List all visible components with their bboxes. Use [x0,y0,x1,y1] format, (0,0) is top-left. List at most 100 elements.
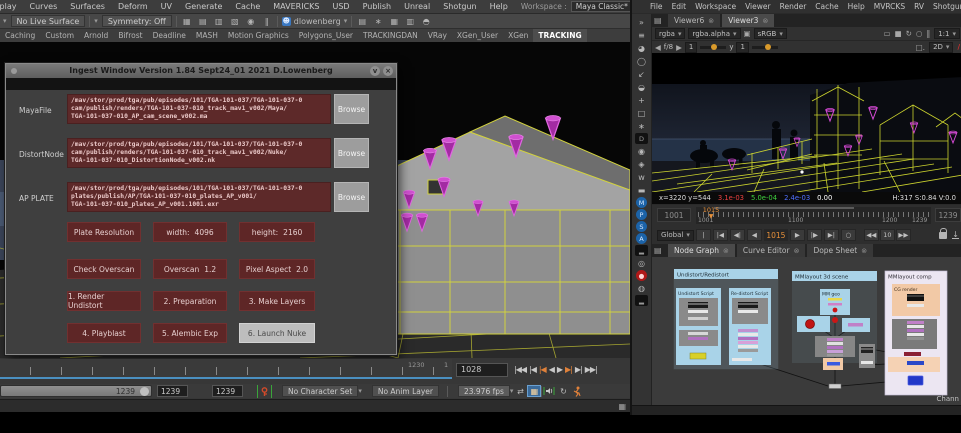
time-slider[interactable]: 1230 1 [0,359,452,379]
next-keyframe-button[interactable]: |▶ [807,229,822,241]
crop-icon[interactable]: □. [916,43,925,52]
backdrop-mm-geo[interactable]: MM geo [820,289,850,315]
play-forwards-button[interactable]: ▶ [790,229,805,241]
frame-marker-button[interactable]: | [696,229,711,241]
playhead-marker[interactable]: 1015 [701,206,721,220]
pan-bar[interactable] [714,207,854,209]
ingest-title-bar[interactable]: Ingest Window Version 1.84 Sept24_01 202… [6,64,396,78]
overscan-field[interactable]: Overscan1.2 [153,259,227,279]
set-key-icon[interactable] [257,385,272,398]
nuke-menu-workspace[interactable]: Workspace [695,2,736,11]
character-set-field[interactable]: No Character Set [282,385,358,397]
make-layers-button[interactable]: 3. Make Layers [239,291,315,311]
snap-grid-icon[interactable]: ▦ [181,16,193,27]
minimize-icon[interactable]: v [370,66,380,76]
plate-plugin-icon[interactable]: ▂ [635,245,648,256]
play-forwards-button[interactable]: ▶ [557,365,562,374]
gamma-field[interactable]: 1 [736,42,748,53]
play-backwards-button[interactable]: ◀ [747,229,762,241]
shelf-tab-caching[interactable]: Caching [0,29,40,42]
disc-plugin-icon[interactable]: ◎ [635,257,648,269]
menu-display[interactable]: Display [0,2,17,11]
grid-layout-icon[interactable]: ▦ [618,402,626,411]
export-icon[interactable]: ↓ [952,231,959,239]
audio-icon[interactable] [542,385,556,397]
tab-viewer6[interactable]: Viewer6⊗ [668,14,720,27]
p-plugin-icon[interactable]: P [636,209,647,220]
anim-layer-field[interactable]: No Anim Layer [372,385,439,397]
monitor-out-icon[interactable]: ▭ [883,29,890,38]
menu-generate[interactable]: Generate [185,2,222,11]
nuke-menu-help[interactable]: Help [848,2,865,11]
node-graph-canvas[interactable]: Undistort/Redistort Undistort Script [652,257,961,405]
shelf-tab-tracking[interactable]: TRACKING [533,29,586,42]
step-back-key-button[interactable]: |◀ [539,365,546,374]
close-icon[interactable]: ⊗ [708,17,714,25]
gain-slider[interactable] [700,46,726,49]
shelf-tab-motion-graphics[interactable]: Motion Graphics [223,29,294,42]
range-slider[interactable]: 1239 [0,385,152,397]
playblast-button[interactable]: 4. Playblast [67,323,141,343]
time-options-icon[interactable]: ↻ [556,385,570,397]
transform-nodes-icon[interactable]: + [635,94,648,106]
fps-field[interactable]: 23.976 fps [458,385,510,397]
step-forward-frame-button[interactable]: ▶| [575,365,582,374]
timeline-scrubber[interactable]: 1001 1100 1200 1239 1015 [696,207,931,224]
mayafile-path-field[interactable]: /mav/stor/prod/tga/pub/episodes/101/TGA-… [67,94,331,124]
time-nodes-icon[interactable]: ◯ [635,55,648,67]
alembic-exp-button[interactable]: 5. Alembic Exp [153,323,227,343]
shelf-tab-polygons-user[interactable]: Polygons_User [294,29,358,42]
backdrop-undistort-script[interactable]: Undistort Script [676,288,721,365]
menu-mavericks[interactable]: MAVERICKS [273,2,319,11]
shelf-tab-bifrost[interactable]: Bifrost [113,29,147,42]
menu-help[interactable]: Help [490,2,508,11]
menu-publish[interactable]: Publish [363,2,392,11]
shelf-tab-trackingdan[interactable]: TRACKINGDAN [358,29,423,42]
nuke-menu-file[interactable]: File [650,2,663,11]
pane-menu-icon[interactable]: ▤ [654,246,666,255]
menu-usd[interactable]: USD [332,2,349,11]
nuke-menu-cache[interactable]: Cache [815,2,838,11]
prev-icon[interactable]: ◀ [655,43,661,52]
close-icon[interactable]: ⊗ [762,17,768,25]
m-plugin-icon[interactable]: M [636,197,647,208]
views-nodes-icon[interactable]: ◉ [635,145,648,157]
window-menu-icon[interactable] [11,68,17,74]
loop-mode-button[interactable]: ○ [841,229,856,241]
user-menu[interactable]: ☻ dlowenberg ▾ [282,17,347,26]
red-plugin-icon[interactable]: ● [636,270,647,281]
close-icon[interactable]: × [383,66,393,76]
layers-icon[interactable]: ▦ [388,16,400,27]
range-start-field[interactable]: 1239 [157,385,188,397]
snap-point-icon[interactable]: ▥ [213,16,225,27]
layer-select[interactable]: rgba.alpha▾ [688,28,740,39]
outliner-icon[interactable]: ▤ [356,16,368,27]
annotate-icon[interactable]: / [957,43,960,51]
distortnode-path-field[interactable]: /mav/stor/prod/tga/pub/episodes/101/TGA-… [67,138,331,168]
3d-nodes-icon[interactable]: □ [635,107,648,119]
plate-resolution-button[interactable]: Plate Resolution [67,222,141,242]
close-icon[interactable]: ⊗ [794,247,800,255]
particles-nodes-icon[interactable]: ∗ [635,120,648,132]
chevron-down-icon[interactable]: ▾ [94,17,98,25]
shelf-tab-xgen-user[interactable]: XGen_User [452,29,503,42]
globe-icon[interactable]: ◉ [245,16,257,27]
other-nodes-icon[interactable]: ▬ [635,184,648,196]
range-end-field[interactable]: 1239 [212,385,243,397]
backdrop-cg-render[interactable]: CG render [892,284,940,316]
channel-nodes-icon[interactable]: ↙ [635,68,648,80]
gain-field[interactable]: 1 [685,42,697,53]
tab-dope-sheet[interactable]: Dope Sheet⊗ [807,244,873,257]
image-nodes-icon[interactable]: ≡ [635,29,648,41]
range-slider-knob[interactable] [140,387,149,396]
s-plugin-icon[interactable]: S [636,221,647,232]
prev-keyframe-button[interactable]: ◀| [730,229,745,241]
pause-icon[interactable]: ‖ [261,16,273,27]
shelf-tab-custom[interactable]: Custom [40,29,79,42]
zoom-select[interactable]: 1:1▾ [934,28,960,39]
menu-curves[interactable]: Curves [30,2,58,11]
metadata-nodes-icon[interactable]: ◈ [635,158,648,170]
playback-loop-icon[interactable]: ⇄ [513,385,527,397]
range-end-field[interactable]: 1239 [935,208,961,222]
bar-plugin-icon[interactable]: ▂ [635,295,648,306]
